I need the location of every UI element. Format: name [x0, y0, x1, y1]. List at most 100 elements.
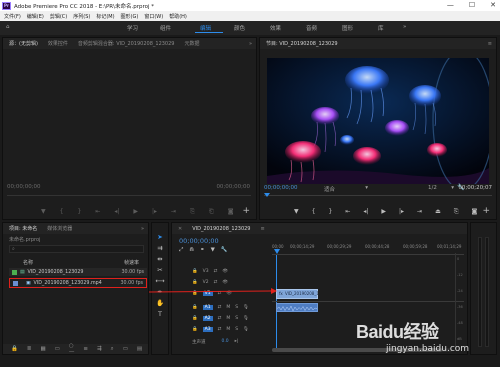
timeline-ruler[interactable]: 00;00 00;00;14;29 00;00;29;29 00;00;44;2… [272, 243, 464, 255]
overwrite-icon[interactable]: ⎗ [209, 208, 214, 216]
eye-icon[interactable]: 👁 [222, 280, 228, 285]
play-icon[interactable]: ▶ [381, 208, 386, 216]
linked-selection-icon[interactable]: ⚭ [200, 247, 205, 254]
sync-lock-icon[interactable]: ⇄ [218, 305, 222, 310]
fit-dropdown[interactable]: 适合 ▾ [324, 185, 368, 193]
add-button-icon[interactable]: + [242, 206, 250, 216]
panel-menu-icon[interactable]: ≡ [488, 41, 492, 47]
solo-toggle[interactable]: S [235, 305, 238, 310]
step-forward-icon[interactable]: |▸ [399, 208, 404, 216]
extract-icon[interactable]: ⎘ [454, 208, 459, 216]
mute-toggle[interactable]: M [226, 327, 230, 332]
freeform-view-icon[interactable]: ▭ [55, 346, 60, 352]
playhead-icon[interactable] [274, 249, 280, 254]
export-frame-icon[interactable]: ◙ [472, 208, 478, 216]
column-name-header[interactable]: 名称 [23, 259, 33, 267]
tab-sequence[interactable]: VID_20190208_123029 [192, 226, 250, 232]
lock-icon[interactable]: 🔒 [192, 280, 198, 285]
eye-icon[interactable]: 👁 [226, 291, 232, 296]
tab-metadata[interactable]: 元数据 [184, 40, 199, 47]
workspace-tab-learn[interactable]: 学习 [127, 24, 138, 32]
menu-help[interactable]: 帮助(H) [169, 13, 187, 20]
go-to-out-icon[interactable]: ⇥ [171, 208, 176, 216]
panel-more-button[interactable]: » [141, 226, 144, 232]
mute-toggle[interactable]: M [226, 305, 230, 310]
razor-tool-icon[interactable]: ✂ [157, 266, 162, 274]
tab-effect-controls[interactable]: 效果控件 [48, 40, 68, 47]
step-back-icon[interactable]: ◂| [363, 208, 368, 216]
tab-media-browser[interactable]: 媒体浏览器 [47, 225, 72, 232]
marker-icon[interactable]: ▼ [294, 208, 299, 216]
workspace-tab-effects[interactable]: 效果 [270, 24, 281, 32]
microphone-icon[interactable]: 🎙 [243, 327, 249, 332]
panel-menu-icon[interactable]: ≡ [260, 226, 264, 232]
resolution-dropdown[interactable]: 1/2 ▾ [428, 185, 454, 191]
lock-icon[interactable]: 🔒 [192, 305, 198, 310]
tab-program[interactable]: 节目: VID_20190208_123029 [266, 40, 338, 47]
nest-icon[interactable]: ⤢ [179, 247, 183, 254]
track-label[interactable]: V1 [202, 291, 213, 296]
audio-clip[interactable] [276, 303, 318, 312]
mark-out-icon[interactable]: } [328, 208, 332, 216]
sync-lock-icon[interactable]: ⇄ [214, 269, 218, 274]
eye-icon[interactable]: 👁 [222, 269, 228, 274]
tab-source[interactable]: 源：(无剪辑) [9, 40, 38, 47]
workspace-tab-editing[interactable]: 编辑 [200, 24, 211, 32]
automate-icon[interactable]: ⇶ [97, 346, 102, 352]
step-forward-icon[interactable]: |▸ [152, 208, 157, 216]
go-to-out-icon[interactable]: ⇥ [417, 208, 422, 216]
mute-toggle[interactable]: M [226, 316, 230, 321]
go-to-in-icon[interactable]: ⇤ [345, 208, 350, 216]
play-icon[interactable]: ▶ [133, 208, 138, 216]
maximize-button[interactable]: ☐ [469, 0, 475, 11]
track-label[interactable]: A2 [202, 316, 213, 321]
lock-icon[interactable]: 🔒 [11, 346, 18, 352]
project-item-sequence[interactable]: ▤ VID_20190208_123029 30.00 fps [9, 268, 147, 276]
type-tool-icon[interactable]: T [158, 310, 162, 318]
master-volume-value[interactable]: 0.0 [222, 339, 229, 344]
menu-graphics[interactable]: 图形(G) [121, 13, 139, 20]
menu-clip[interactable]: 剪辑(C) [50, 13, 67, 20]
zoom-slider-icon[interactable]: ○— [69, 343, 75, 355]
timeline-timecode[interactable]: 00;00;00;00 [179, 237, 219, 245]
selection-tool-icon[interactable]: ➤ [157, 233, 162, 241]
menu-edit[interactable]: 编辑(E) [27, 13, 44, 20]
track-label[interactable]: A1 [202, 305, 213, 310]
microphone-icon[interactable]: 🎙 [243, 305, 249, 310]
mark-in-icon[interactable]: { [60, 208, 64, 216]
lift-icon[interactable]: ⏏ [435, 208, 441, 216]
new-bin-icon[interactable]: ▭ [123, 346, 128, 352]
export-frame-icon[interactable]: ◙ [228, 208, 234, 216]
add-button-icon[interactable]: + [482, 206, 490, 216]
project-item-media-highlighted[interactable]: ▣ VID_20190208_123029.mp4 30.00 fps [9, 278, 147, 288]
snap-icon[interactable]: ⋒ [189, 247, 194, 254]
program-timecode-left[interactable]: 00;00;00;00 [264, 185, 298, 191]
solo-toggle[interactable]: S [235, 316, 238, 321]
sync-lock-icon[interactable]: ⇄ [218, 316, 222, 321]
close-button[interactable]: ✕ [490, 0, 496, 11]
workspace-tab-graphics[interactable]: 图形 [342, 24, 353, 32]
insert-icon[interactable]: ⎘ [190, 208, 195, 216]
project-search-input[interactable]: ⌕ [9, 245, 144, 253]
workspace-tab-audio[interactable]: 音频 [306, 24, 317, 32]
video-clip[interactable]: fx VID_20190208_1 [276, 289, 319, 299]
menu-marker[interactable]: 标记(M) [96, 13, 114, 20]
playhead-icon[interactable] [264, 193, 270, 197]
marker-icon[interactable]: ▼ [41, 208, 46, 216]
lock-icon[interactable]: 🔒 [192, 291, 198, 296]
column-framerate-header[interactable]: 帧速率 [124, 259, 139, 267]
menu-file[interactable]: 文件(F) [4, 13, 21, 20]
icon-view-icon[interactable]: ▦ [40, 346, 45, 352]
menu-sequence[interactable]: 序列(S) [73, 13, 90, 20]
sync-lock-icon[interactable]: ⇄ [218, 327, 222, 332]
lock-icon[interactable]: 🔒 [192, 316, 198, 321]
list-view-icon[interactable]: ≣ [27, 346, 32, 352]
slip-tool-icon[interactable]: ⟷ [155, 277, 164, 285]
add-marker-icon[interactable]: ▼ [211, 247, 215, 254]
workspace-tab-assembly[interactable]: 组件 [160, 24, 171, 32]
hand-tool-icon[interactable]: ✋ [156, 299, 164, 307]
close-icon[interactable]: ✕ [178, 226, 182, 232]
workspace-more-button[interactable]: » [403, 24, 406, 30]
sync-lock-icon[interactable]: ⇄ [214, 280, 218, 285]
ripple-edit-tool-icon[interactable]: ⇹ [157, 255, 162, 263]
